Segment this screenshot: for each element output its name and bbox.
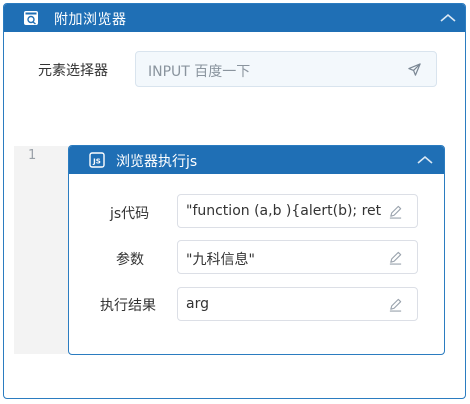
- panel-header[interactable]: 附加浏览器: [4, 4, 465, 32]
- chevron-up-icon[interactable]: [439, 11, 457, 25]
- send-icon[interactable]: [407, 62, 422, 77]
- params-field[interactable]: "九科信息": [177, 240, 418, 274]
- edit-icon[interactable]: [388, 297, 403, 312]
- selector-label: 元素选择器: [38, 63, 108, 79]
- result-field[interactable]: arg: [177, 287, 418, 321]
- element-selector-input[interactable]: INPUT 百度一下: [135, 51, 437, 87]
- panel-title: 附加浏览器: [54, 12, 127, 28]
- result-label: 执行结果: [100, 298, 156, 314]
- js-code-field[interactable]: "function (a,b ){alert(b); return: [177, 194, 418, 228]
- edit-icon[interactable]: [388, 204, 403, 219]
- sub-panel-title: 浏览器执行js: [116, 154, 198, 170]
- params-value: "九科信息": [186, 252, 255, 268]
- js-icon: JS: [89, 152, 105, 168]
- step-number: 1: [28, 148, 37, 163]
- chevron-up-icon[interactable]: [416, 153, 434, 167]
- params-label: 参数: [116, 252, 144, 268]
- step-gutter: [14, 146, 70, 354]
- attach-browser-panel: 附加浏览器 元素选择器 INPUT 百度一下 1 JS 浏览器执行js js代码…: [3, 3, 466, 399]
- edit-icon[interactable]: [388, 250, 403, 265]
- js-code-label: js代码: [110, 206, 150, 222]
- browser-icon: [24, 11, 38, 25]
- selector-value: INPUT 百度一下: [148, 64, 251, 80]
- svg-text:JS: JS: [92, 158, 101, 166]
- result-value: arg: [186, 296, 209, 312]
- sub-panel-header[interactable]: JS 浏览器执行js: [69, 146, 444, 174]
- browser-exec-js-panel: JS 浏览器执行js js代码 "function (a,b ){alert(b…: [68, 145, 445, 355]
- js-code-value: "function (a,b ){alert(b); return: [186, 203, 382, 219]
